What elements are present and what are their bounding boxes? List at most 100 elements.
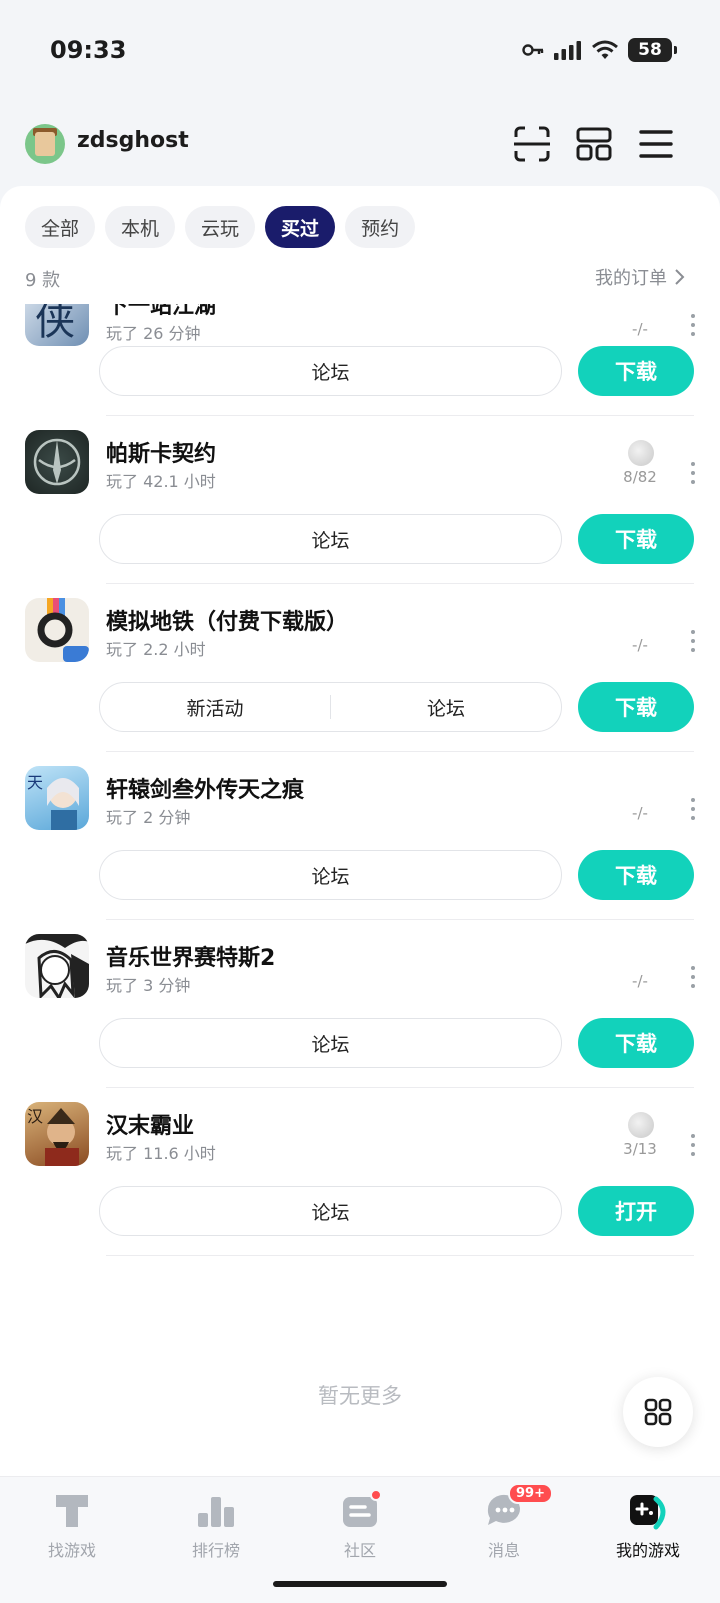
home-indicator[interactable] (273, 1581, 447, 1587)
achievement-count: 8/82 (623, 468, 657, 486)
tab-reserved[interactable]: 预约 (345, 206, 416, 248)
game-name[interactable]: 下一站江湖 (106, 304, 216, 320)
game-list: 侠 下一站江湖 玩了 26 分钟 -/- 论坛 下载 帕斯卡契约 玩了 42.1… (0, 304, 720, 1256)
trophy-icon (628, 440, 654, 466)
layout-icon[interactable] (574, 124, 614, 164)
app-header: zdsghost (0, 112, 720, 182)
list-item: 帕斯卡契约 玩了 42.1 小时 8/82 论坛 下载 (0, 416, 720, 584)
vpn-key-icon (522, 44, 544, 56)
nav-label: 我的游戏 (615, 1541, 680, 1560)
no-more-text: 暂无更多 (318, 1384, 402, 1408)
tab-all[interactable]: 全部 (25, 206, 96, 248)
my-games-icon (630, 1495, 666, 1530)
download-button[interactable]: 下载 (578, 850, 694, 900)
game-name[interactable]: 音乐世界赛特斯2 (106, 940, 275, 972)
nav-find-games[interactable]: 找游戏 (12, 1489, 132, 1561)
battery-level: 58 (638, 40, 662, 60)
list-item: 天 轩辕剑叁外传天之痕 玩了 2 分钟 -/- 论坛 下载 (0, 752, 720, 920)
my-orders-label: 我的订单 (595, 268, 667, 289)
achievement-count: 3/13 (623, 1140, 657, 1158)
avatar[interactable] (25, 124, 65, 164)
forum-button[interactable]: 论坛 (100, 862, 561, 889)
game-actions: 新活动 论坛 (99, 682, 562, 732)
my-orders-link[interactable]: 我的订单 (595, 264, 685, 290)
game-name[interactable]: 轩辕剑叁外传天之痕 (106, 772, 304, 804)
list-item: 模拟地铁（付费下载版） 玩了 2.2 小时 -/- 新活动 论坛 下载 (0, 584, 720, 752)
game-actions: 论坛 (99, 1186, 562, 1236)
chevron-right-icon (675, 269, 685, 285)
more-options-icon[interactable] (690, 630, 696, 652)
more-options-icon[interactable] (690, 314, 696, 336)
achievement-count: -/- (632, 972, 648, 990)
nav-my-games[interactable]: 我的游戏 (588, 1489, 708, 1561)
svg-text:侠: 侠 (35, 304, 75, 344)
more-options-icon[interactable] (690, 1134, 696, 1156)
status-bar: 09:33 58 (0, 0, 720, 110)
play-time: 玩了 26 分钟 (106, 324, 201, 343)
game-icon[interactable]: 侠 (25, 304, 89, 346)
svg-text:汉: 汉 (27, 1107, 43, 1126)
game-actions: 论坛 (99, 346, 562, 396)
tab-local[interactable]: 本机 (105, 206, 176, 248)
game-icon[interactable]: 天 (25, 766, 89, 830)
forum-button[interactable]: 论坛 (331, 694, 561, 721)
download-button[interactable]: 下载 (578, 1018, 694, 1068)
list-item: 侠 下一站江湖 玩了 26 分钟 -/- 论坛 下载 (0, 304, 720, 416)
nav-rankings[interactable]: 排行榜 (156, 1489, 276, 1561)
menu-icon[interactable] (636, 124, 676, 164)
game-count: 9 款 (25, 270, 61, 291)
list-item: 汉 汉末霸业 玩了 11.6 小时 3/13 论坛 打开 (0, 1088, 720, 1256)
open-button[interactable]: 打开 (578, 1186, 694, 1236)
rankings-icon (198, 1497, 234, 1527)
game-icon[interactable] (25, 430, 89, 494)
app-grid-button[interactable] (623, 1377, 693, 1447)
download-button[interactable]: 下载 (578, 682, 694, 732)
status-time: 09:33 (50, 36, 127, 64)
game-icon[interactable]: 汉 (25, 1102, 89, 1166)
forum-button[interactable]: 论坛 (100, 526, 561, 553)
grid-icon (644, 1398, 672, 1426)
forum-button[interactable]: 论坛 (100, 358, 561, 385)
game-name[interactable]: 汉末霸业 (106, 1108, 194, 1140)
more-options-icon[interactable] (690, 966, 696, 988)
status-icons: 58 (522, 38, 677, 62)
game-name[interactable]: 帕斯卡契约 (106, 436, 216, 468)
game-icon[interactable] (25, 934, 89, 998)
svg-text:天: 天 (27, 773, 43, 792)
wifi-icon (592, 40, 618, 59)
download-button[interactable]: 下载 (578, 346, 694, 396)
play-time: 玩了 42.1 小时 (106, 472, 216, 491)
tab-cloud[interactable]: 云玩 (185, 206, 256, 248)
nav-label: 消息 (487, 1541, 520, 1560)
trophy-icon (628, 1112, 654, 1138)
filter-tabs: 全部 本机 云玩 买过 预约 (25, 206, 416, 248)
scan-icon[interactable] (512, 124, 552, 164)
new-event-button[interactable]: 新活动 (100, 694, 330, 721)
achievement-count: -/- (632, 804, 648, 822)
play-time: 玩了 3 分钟 (106, 976, 191, 995)
play-time: 玩了 11.6 小时 (106, 1144, 216, 1163)
play-time: 玩了 2.2 小时 (106, 640, 206, 659)
nav-label: 排行榜 (191, 1541, 240, 1560)
download-button[interactable]: 下载 (578, 514, 694, 564)
nav-label: 找游戏 (47, 1541, 96, 1560)
tab-purchased[interactable]: 买过 (265, 206, 336, 248)
find-games-icon (56, 1495, 88, 1527)
game-icon[interactable] (25, 598, 89, 662)
nav-messages[interactable]: 99+ 消息 (444, 1483, 564, 1561)
content-sheet: 全部 本机 云玩 买过 预约 9 款 我的订单 侠 下一站江湖 玩了 26 分钟… (0, 186, 720, 1476)
nav-label: 社区 (343, 1541, 376, 1560)
more-options-icon[interactable] (690, 798, 696, 820)
game-name[interactable]: 模拟地铁（付费下载版） (106, 604, 348, 636)
achievement-count: -/- (632, 636, 648, 654)
more-options-icon[interactable] (690, 462, 696, 484)
username[interactable]: zdsghost (77, 128, 189, 153)
forum-button[interactable]: 论坛 (100, 1030, 561, 1057)
nav-community[interactable]: 社区 (300, 1489, 420, 1561)
game-actions: 论坛 (99, 850, 562, 900)
divider (106, 1255, 694, 1256)
message-badge: 99+ (508, 1483, 553, 1504)
forum-button[interactable]: 论坛 (100, 1198, 561, 1225)
game-actions: 论坛 (99, 514, 562, 564)
game-list-viewport[interactable]: 侠 下一站江湖 玩了 26 分钟 -/- 论坛 下载 帕斯卡契约 玩了 42.1… (0, 304, 720, 1429)
